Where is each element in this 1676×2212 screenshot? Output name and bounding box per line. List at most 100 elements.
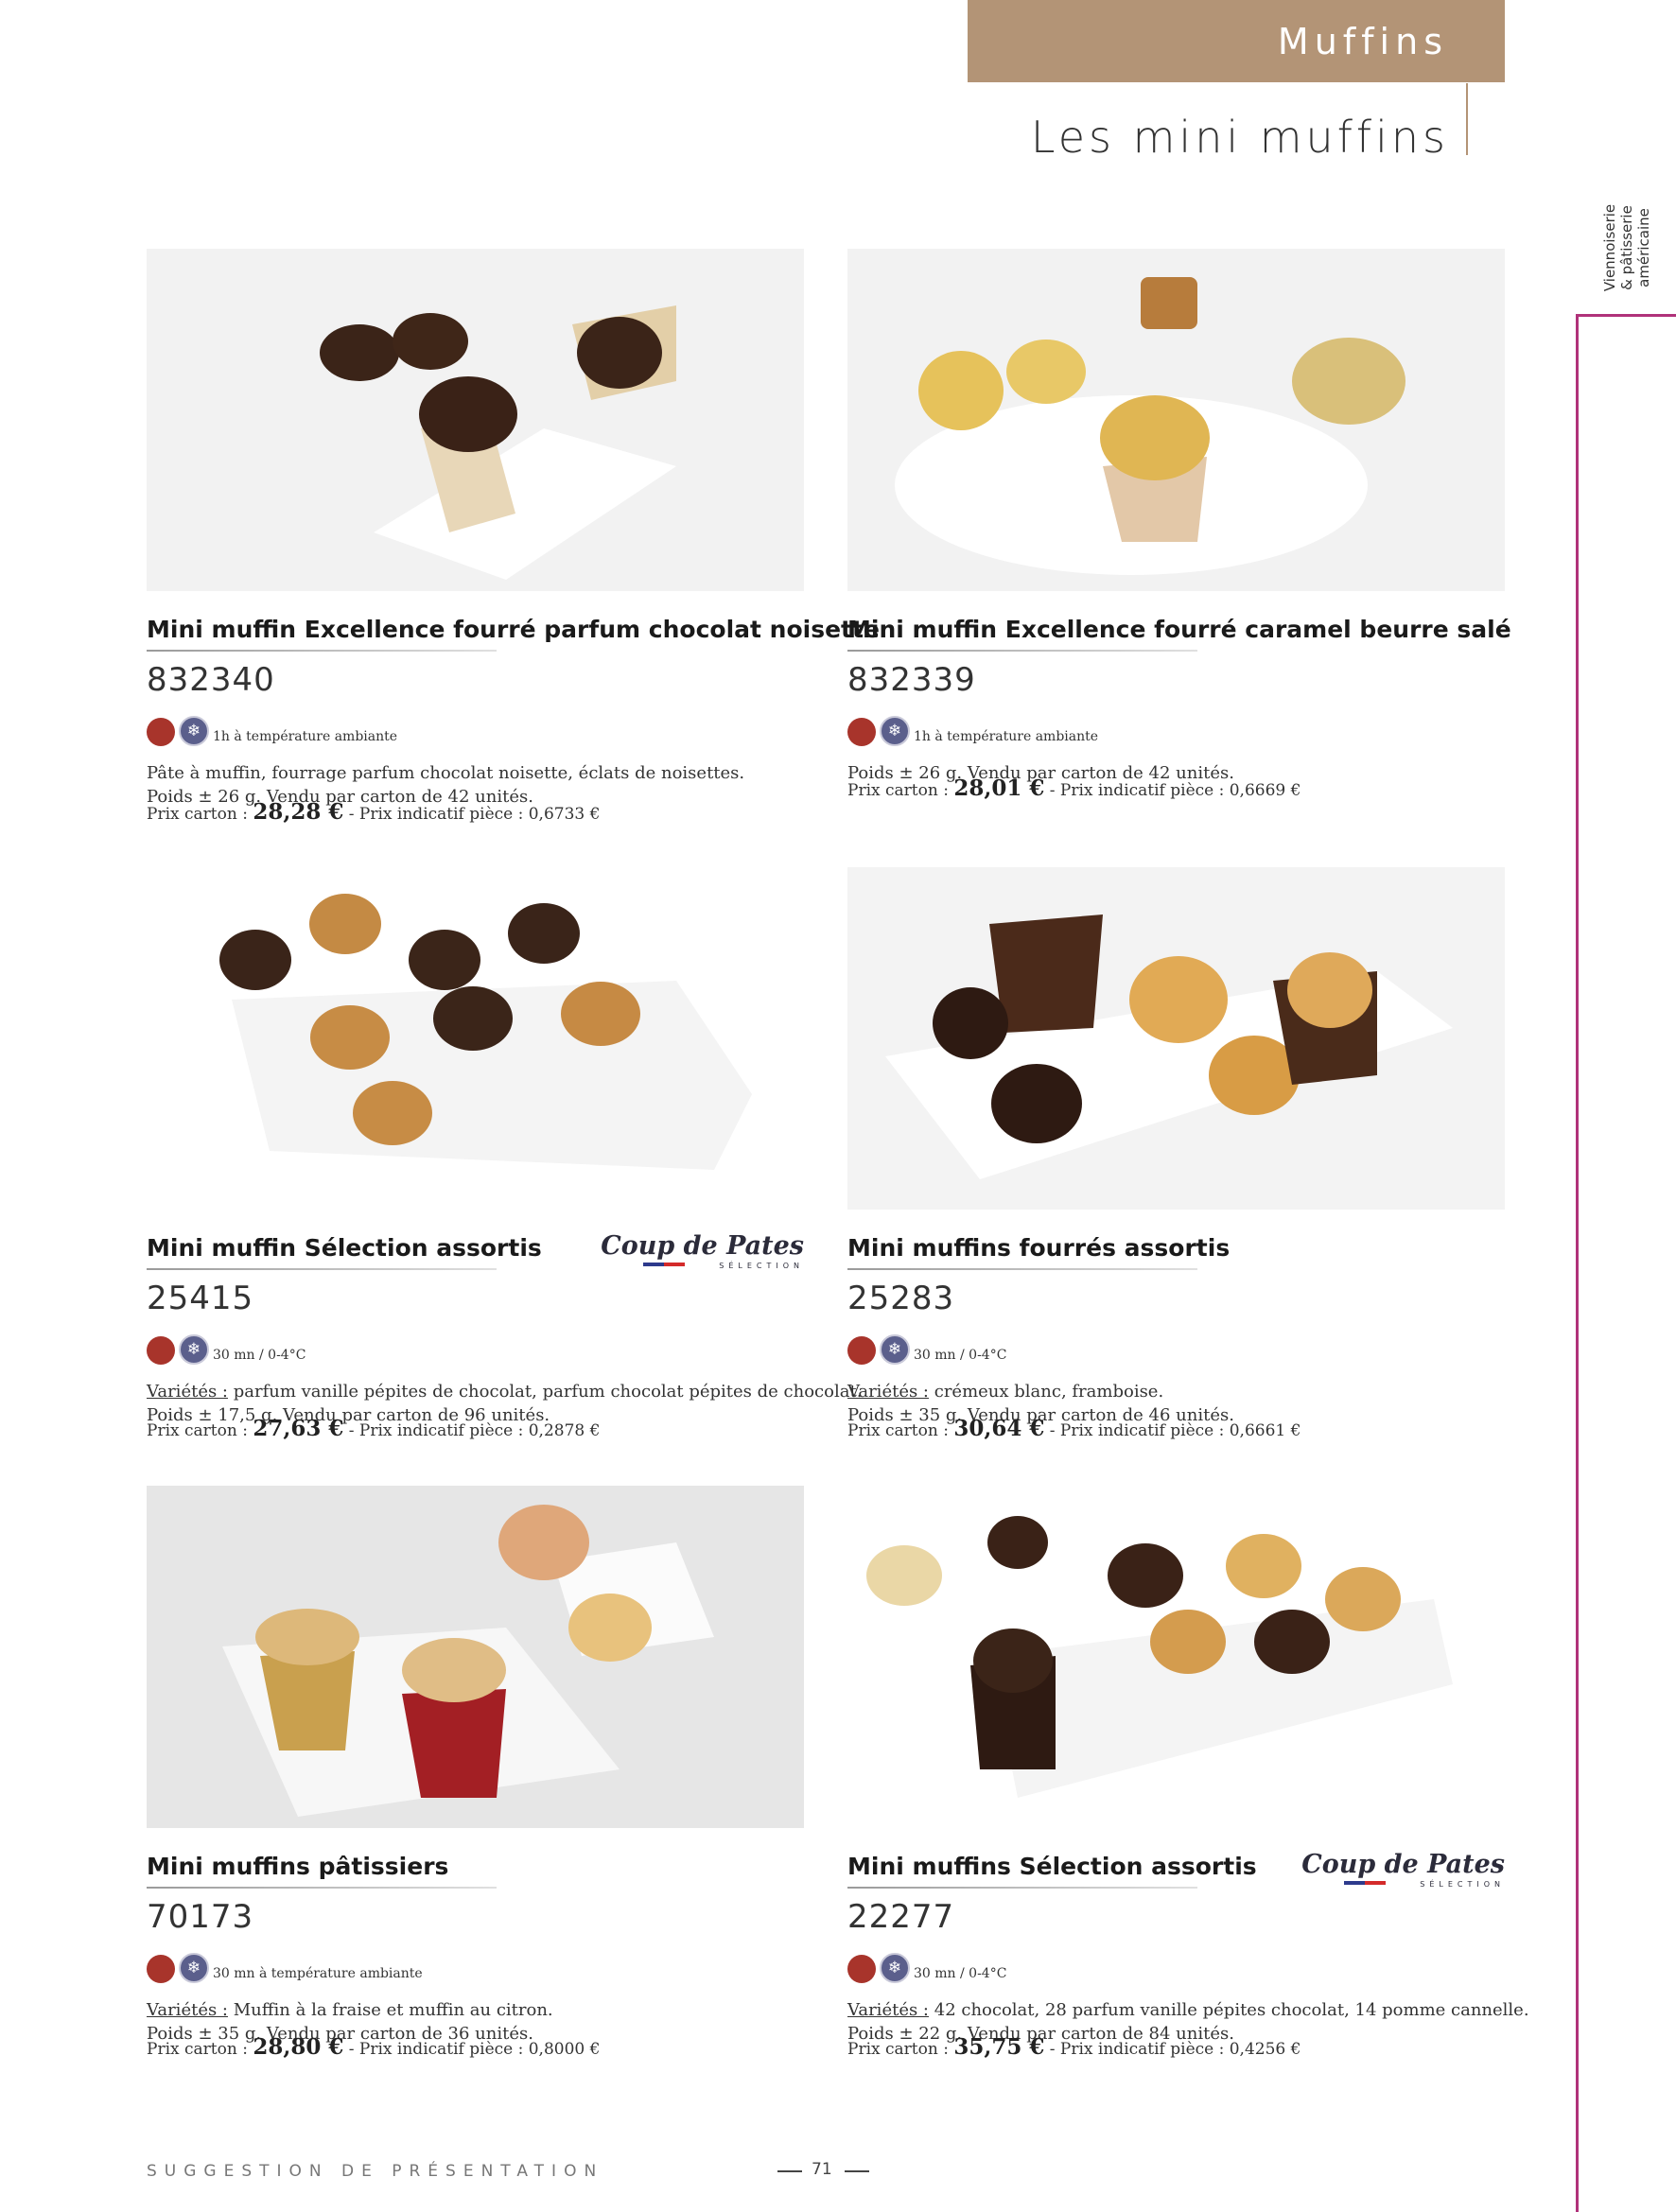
product-name: Mini muffin Excellence fourré caramel be… bbox=[847, 616, 1511, 643]
product-photo bbox=[847, 1486, 1505, 1828]
red-dot-icon bbox=[847, 718, 876, 746]
varietes-text: Muffin à la fraise et muffin au citron. bbox=[228, 2000, 553, 2020]
footer-note: SUGGESTION DE PRÉSENTATION bbox=[147, 2162, 604, 2181]
product-code: 832340 bbox=[147, 661, 275, 699]
price-line: Prix carton : 28,80 € - Prix indicatif p… bbox=[147, 2034, 600, 2060]
product-name: Mini muffin Excellence fourré parfum cho… bbox=[147, 616, 880, 643]
snowflake-icon: ❄ bbox=[179, 716, 209, 746]
price-label: Prix carton : bbox=[147, 2040, 253, 2059]
carton-price: 30,64 € bbox=[953, 1416, 1045, 1441]
description-line-1: Variétés : 42 chocolat, 28 parfum vanill… bbox=[847, 1998, 1529, 2022]
storage-instructions: 30 mn à température ambiante bbox=[213, 1966, 423, 1981]
red-dot-icon bbox=[147, 718, 175, 746]
price-label: Prix carton : bbox=[847, 2040, 954, 2059]
page-number-dash-right bbox=[845, 2170, 869, 2172]
price-line: Prix carton : 30,64 € - Prix indicatif p… bbox=[847, 1416, 1301, 1441]
varietes-text: crémeux blanc, framboise. bbox=[929, 1382, 1164, 1402]
side-tab-rule-vertical bbox=[1576, 314, 1579, 2212]
coup-de-pates-logo: Coup de Pates SÉLECTION bbox=[601, 1231, 804, 1275]
side-tab: Viennoiserie & pâtisserie américaine bbox=[1601, 185, 1652, 310]
snowflake-icon: ❄ bbox=[179, 1334, 209, 1365]
storage-instructions: 30 mn / 0-4°C bbox=[914, 1966, 1007, 1981]
product-name-rule bbox=[847, 1887, 1197, 1889]
snowflake-icon: ❄ bbox=[179, 1953, 209, 1983]
side-tab-line-3: américaine bbox=[1635, 208, 1652, 287]
carton-price: 28,80 € bbox=[253, 2034, 344, 2060]
brand-logo-script: Coup de Pates bbox=[601, 1231, 804, 1261]
snowflake-icon: ❄ bbox=[880, 716, 910, 746]
carton-price: 35,75 € bbox=[953, 2034, 1045, 2060]
red-dot-icon bbox=[847, 1955, 876, 1983]
product-name: Mini muffin Sélection assortis bbox=[147, 1234, 542, 1262]
product-name: Mini muffins fourrés assortis bbox=[847, 1234, 1231, 1262]
page-title: Les mini muffins bbox=[1030, 112, 1449, 163]
product-name-rule bbox=[147, 650, 497, 652]
varietes-text: 42 chocolat, 28 parfum vanille pépites c… bbox=[929, 2000, 1529, 2020]
brand-logo-subtitle: SÉLECTION bbox=[1420, 1880, 1505, 1889]
snowflake-icon: ❄ bbox=[880, 1334, 910, 1365]
varietes-text: parfum vanille pépites de chocolat, parf… bbox=[228, 1382, 863, 1402]
unit-price: - Prix indicatif pièce : 0,6661 € bbox=[1044, 1421, 1301, 1440]
page-number-dash-left bbox=[777, 2170, 802, 2172]
unit-price: - Prix indicatif pièce : 0,2878 € bbox=[343, 1421, 601, 1440]
product-name: Mini muffins pâtissiers bbox=[147, 1853, 449, 1880]
product-code: 25283 bbox=[847, 1280, 955, 1317]
product-photo bbox=[147, 1486, 804, 1828]
unit-price: - Prix indicatif pièce : 0,8000 € bbox=[343, 2040, 601, 2059]
description-line-1: Variétés : parfum vanille pépites de cho… bbox=[147, 1380, 862, 1403]
product-code: 22277 bbox=[847, 1898, 955, 1936]
varietes-label: Variétés : bbox=[147, 2000, 229, 2020]
description-line-1: Pâte à muffin, fourrage parfum chocolat … bbox=[147, 763, 745, 783]
carton-price: 27,63 € bbox=[253, 1416, 344, 1441]
unit-price: - Prix indicatif pièce : 0,4256 € bbox=[1044, 2040, 1301, 2059]
flag-stripe bbox=[643, 1263, 685, 1266]
varietes-label: Variétés : bbox=[847, 1382, 930, 1402]
subtitle-rule bbox=[1466, 83, 1468, 155]
description-line-1: Variétés : Muffin à la fraise et muffin … bbox=[147, 1998, 553, 2022]
carton-price: 28,01 € bbox=[953, 775, 1045, 801]
price-line: Prix carton : 27,63 € - Prix indicatif p… bbox=[147, 1416, 600, 1441]
carton-price: 28,28 € bbox=[253, 799, 344, 825]
price-label: Prix carton : bbox=[847, 781, 954, 800]
product-code: 25415 bbox=[147, 1280, 254, 1317]
price-label: Prix carton : bbox=[147, 1421, 253, 1440]
product-photo bbox=[847, 867, 1505, 1210]
product-photo bbox=[147, 249, 804, 591]
product-name-rule bbox=[847, 1268, 1197, 1270]
storage-instructions: 1h à température ambiante bbox=[213, 729, 398, 744]
price-line: Prix carton : 28,28 € - Prix indicatif p… bbox=[147, 799, 600, 825]
unit-price: - Prix indicatif pièce : 0,6669 € bbox=[1044, 781, 1301, 800]
product-name-rule bbox=[847, 650, 1197, 652]
side-tab-rule-horizontal bbox=[1576, 314, 1676, 317]
red-dot-icon bbox=[147, 1336, 175, 1365]
price-label: Prix carton : bbox=[147, 805, 253, 824]
price-label: Prix carton : bbox=[847, 1421, 954, 1440]
storage-instructions: 30 mn / 0-4°C bbox=[213, 1348, 306, 1363]
storage-instructions: 1h à température ambiante bbox=[914, 729, 1099, 744]
unit-price: - Prix indicatif pièce : 0,6733 € bbox=[343, 805, 601, 824]
product-name-rule bbox=[147, 1268, 497, 1270]
flag-stripe bbox=[1344, 1881, 1386, 1885]
red-dot-icon bbox=[847, 1336, 876, 1365]
coup-de-pates-logo: Coup de Pates SÉLECTION bbox=[1301, 1850, 1505, 1893]
storage-instructions: 30 mn / 0-4°C bbox=[914, 1348, 1007, 1363]
side-tab-line-2: & pâtisserie bbox=[1618, 205, 1635, 290]
product-code: 70173 bbox=[147, 1898, 254, 1936]
description-line-1: Variétés : crémeux blanc, framboise. bbox=[847, 1380, 1234, 1403]
red-dot-icon bbox=[147, 1955, 175, 1983]
side-tab-line-1: Viennoiserie bbox=[1601, 203, 1618, 292]
page-number: 71 bbox=[812, 2160, 832, 2179]
brand-logo-subtitle: SÉLECTION bbox=[719, 1262, 804, 1270]
varietes-label: Variétés : bbox=[847, 2000, 930, 2020]
price-line: Prix carton : 35,75 € - Prix indicatif p… bbox=[847, 2034, 1301, 2060]
product-name: Mini muffins Sélection assortis bbox=[847, 1853, 1257, 1880]
section-title: Muffins bbox=[1277, 21, 1448, 62]
varietes-label: Variétés : bbox=[147, 1382, 229, 1402]
brand-logo-script: Coup de Pates bbox=[1301, 1850, 1505, 1879]
product-code: 832339 bbox=[847, 661, 976, 699]
side-tab-label: Viennoiserie & pâtisserie américaine bbox=[1601, 204, 1652, 291]
snowflake-icon: ❄ bbox=[880, 1953, 910, 1983]
section-header-band: Muffins bbox=[968, 0, 1505, 82]
price-line: Prix carton : 28,01 € - Prix indicatif p… bbox=[847, 775, 1301, 801]
product-photo bbox=[147, 867, 804, 1210]
